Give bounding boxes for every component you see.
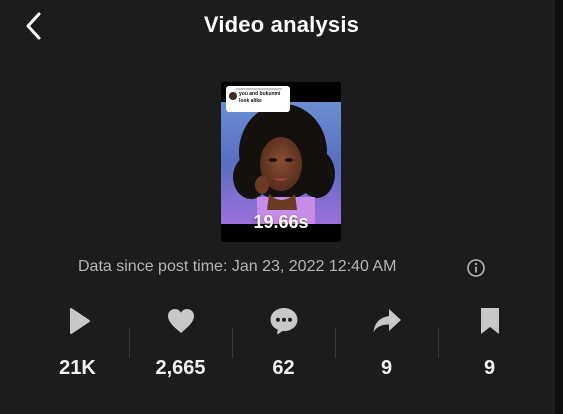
share-icon xyxy=(373,309,401,332)
views-count: 21K xyxy=(59,357,96,379)
comment-meta-bar xyxy=(236,88,282,90)
data-since-text: Data since post time: Jan 23, 2022 12:40… xyxy=(78,258,397,275)
avatar xyxy=(229,92,237,100)
stat-saves[interactable]: 9 xyxy=(438,300,541,390)
scrollbar-track xyxy=(555,0,563,414)
divider xyxy=(335,328,336,358)
stat-comments[interactable]: 62 xyxy=(232,300,335,390)
comment-icon xyxy=(270,308,297,335)
video-thumbnail[interactable]: you and bukunmi look alike 19.66s xyxy=(221,82,341,242)
info-button[interactable] xyxy=(466,258,486,278)
comment-reply-text: you and bukunmi look alike xyxy=(239,91,281,104)
stat-likes[interactable]: 2,665 xyxy=(129,300,232,390)
stat-shares[interactable]: 9 xyxy=(335,300,438,390)
saves-count: 9 xyxy=(483,357,496,379)
shares-count: 9 xyxy=(380,357,393,379)
divider xyxy=(129,328,130,358)
info-icon xyxy=(467,259,485,277)
comment-reply-bubble: you and bukunmi look alike xyxy=(226,86,290,112)
divider xyxy=(232,328,233,358)
stat-views[interactable]: 21K xyxy=(26,300,129,390)
play-icon xyxy=(69,308,90,334)
bookmark-icon xyxy=(480,308,499,334)
video-duration: 19.66s xyxy=(253,212,309,232)
stats-row: 21K 2,665 62 9 9 xyxy=(26,300,541,390)
comments-count: 62 xyxy=(272,357,295,379)
divider xyxy=(438,328,439,358)
header: Video analysis xyxy=(0,0,563,50)
heart-icon xyxy=(167,309,194,333)
likes-count: 2,665 xyxy=(155,357,206,379)
page-title: Video analysis xyxy=(203,12,360,37)
